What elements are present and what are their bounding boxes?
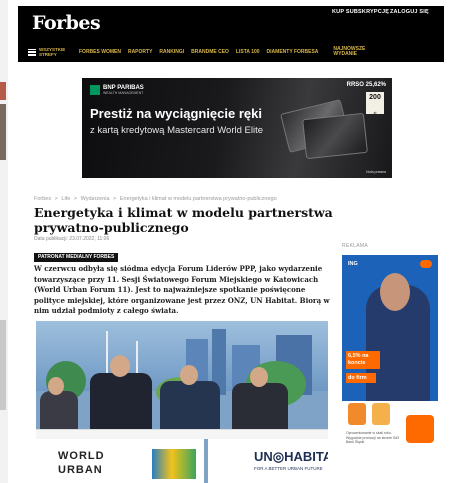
ing-lion-icon <box>406 415 434 443</box>
sidebar-ad-label: REKLAMA <box>342 243 368 249</box>
ing-logo: ING <box>348 261 358 267</box>
breadcrumb-separator: > <box>113 196 117 202</box>
ad-fine-print: Oprocentowanie w skali roku. Wygodnie pr… <box>346 431 400 444</box>
cashback-value: 200 <box>369 94 381 101</box>
breadcrumb-link-wydarzenia[interactable]: Wydarzenia <box>81 196 110 202</box>
un-habitat-subline: FOR A BETTER URBAN FUTURE <box>254 466 323 471</box>
ad-promo-period: do firm <box>346 373 376 383</box>
nav-all-sections[interactable]: WSZYSTKIE STREFY <box>39 47 69 57</box>
world-urban-banner: WORLD URBAN <box>58 449 105 477</box>
ad-person <box>380 273 410 311</box>
photo-person <box>160 381 220 431</box>
ad-legal-note[interactable]: Nota prawna <box>366 170 386 174</box>
photo-person <box>110 355 130 377</box>
ad-rrso: RRSO 25,62% <box>346 82 386 88</box>
world-urban-logo <box>152 449 196 479</box>
bank-tagline: WEALTH MANAGEMENT <box>103 91 144 95</box>
media-patronage-badge: PATRONAT MEDIALNY FORBES <box>34 253 119 262</box>
nav-item-lista-100[interactable]: LISTA 100 <box>236 49 260 55</box>
bank-star-icon <box>90 85 100 95</box>
photo-person <box>250 367 268 387</box>
un-habitat-banner: UN◎HABITAT <box>254 449 328 464</box>
publication-date: Data publikacji: 23.07.2022, 11:06 <box>34 236 110 242</box>
edge-fragment <box>0 104 6 160</box>
breadcrumb-separator: > <box>73 196 78 202</box>
cashback-unit: zł <box>373 110 377 115</box>
nav-item-raporty[interactable]: RAPORTY <box>128 49 152 55</box>
nav-item-diamenty[interactable]: DIAMENTY FORBESA <box>267 49 319 55</box>
ad-promo-rate: 6,5% na koncie <box>346 351 380 369</box>
nav-item-latest-issue[interactable]: NAJNOWSZE WYDANIE <box>333 47 365 57</box>
main-nav: WSZYSTKIE STREFY FORBES WOMEN RAPORTY RA… <box>28 45 438 59</box>
nav-item-brandme-ceo[interactable]: BRANDME CEO <box>191 49 229 55</box>
article-photo[interactable]: WORLD URBAN UN◎HABITAT FOR A BETTER URBA… <box>36 321 328 483</box>
edge-fragment <box>0 82 6 100</box>
subscribe-button[interactable]: KUP SUBSKRYPCJĘ <box>332 9 389 15</box>
breadcrumb-link-life[interactable]: Life <box>61 196 70 202</box>
credit-card-image <box>302 112 368 160</box>
nav-item-rankingi[interactable]: RANKINGI <box>159 49 184 55</box>
menu-icon[interactable] <box>28 48 36 56</box>
login-button[interactable]: ZALOGUJ SIĘ <box>390 9 429 15</box>
article-lead: W czerwcu odbyła się siódma edycja Forum… <box>34 264 330 316</box>
photo-person <box>232 383 288 431</box>
photo-person <box>40 391 78 431</box>
ad-subline: z kartą kredytową Mastercard World Elite <box>90 125 263 136</box>
breadcrumb-current: Energetyka i klimat w modelu partnerstwa… <box>119 196 277 202</box>
ad-product-image <box>372 403 390 425</box>
article-title: Energetyka i klimat w modelu partnerstwa… <box>34 205 333 235</box>
banner-line: WORLD <box>58 450 105 462</box>
sidebar-ad[interactable]: ING 6,5% na koncie do firm Oprocentowani… <box>342 255 438 451</box>
photo-desk <box>36 429 328 439</box>
photo-person <box>180 365 198 385</box>
ad-banner[interactable]: BNP PARIBAS WEALTH MANAGEMENT Prestiż na… <box>82 78 392 178</box>
cashback-badge: 200 zł <box>366 92 384 115</box>
banner-line: URBAN <box>58 464 103 476</box>
page-edge <box>0 0 8 483</box>
breadcrumb: Forbes > Life > Wydarzenia > Energetyka … <box>34 196 279 202</box>
forbes-logo[interactable]: Forbes <box>32 12 101 34</box>
ad-headline: Prestiż na wyciągnięcie ręki <box>90 106 262 121</box>
bank-logo: BNP PARIBAS WEALTH MANAGEMENT <box>90 85 144 95</box>
edge-fragment <box>0 320 6 410</box>
photo-person <box>90 373 152 431</box>
breadcrumb-separator: > <box>54 196 58 202</box>
ing-lion-icon <box>420 260 432 268</box>
nav-item-forbes-women[interactable]: FORBES WOMEN <box>79 49 121 55</box>
site-header: Forbes KUP SUBSKRYPCJĘ ZALOGUJ SIĘ WSZYS… <box>18 6 444 62</box>
breadcrumb-link-forbes[interactable]: Forbes <box>34 196 51 202</box>
photo-person <box>48 377 64 395</box>
ad-product-image <box>348 403 366 425</box>
